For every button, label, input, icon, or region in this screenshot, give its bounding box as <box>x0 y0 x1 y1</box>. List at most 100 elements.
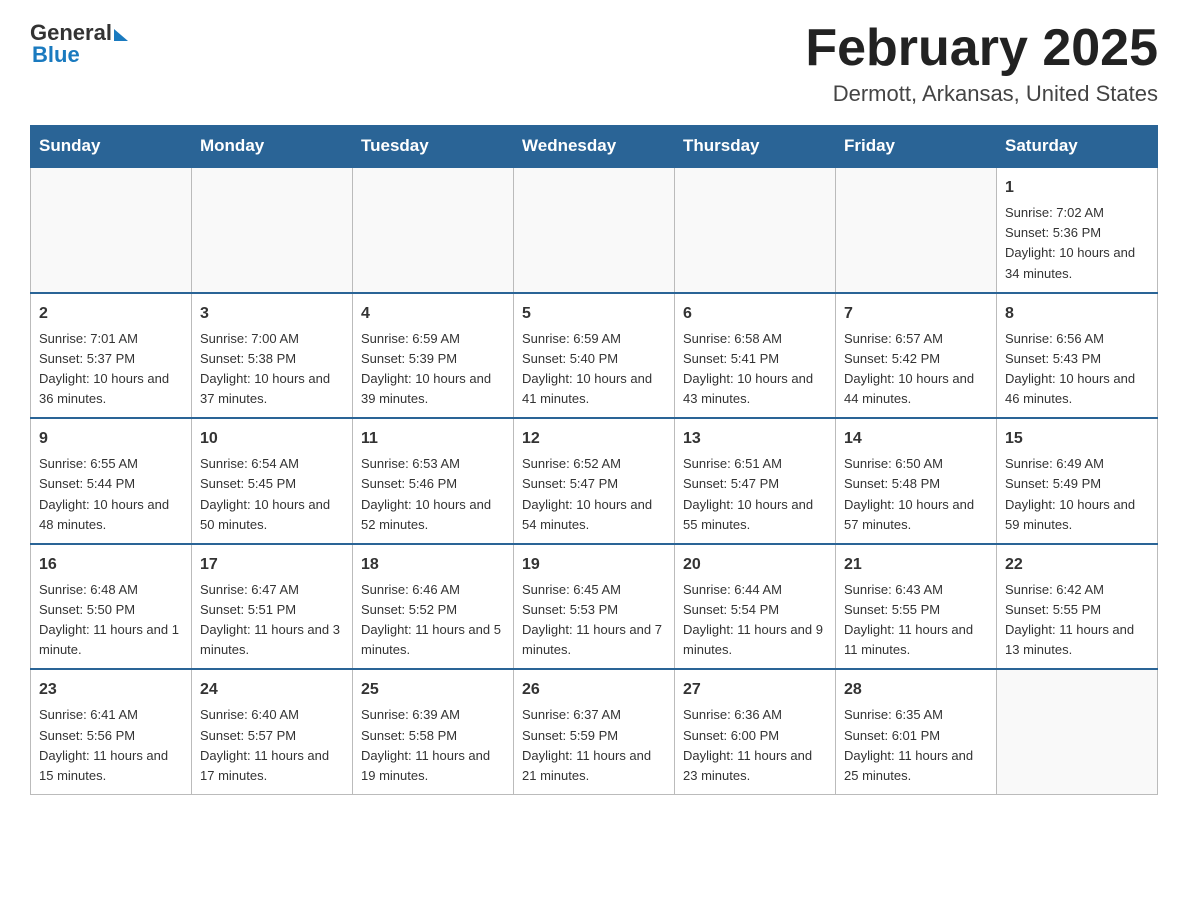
day-number: 9 <box>39 427 183 451</box>
week-row-3: 9Sunrise: 6:55 AMSunset: 5:44 PMDaylight… <box>31 418 1158 544</box>
day-header-tuesday: Tuesday <box>353 126 514 168</box>
calendar-cell: 19Sunrise: 6:45 AMSunset: 5:53 PMDayligh… <box>514 544 675 670</box>
day-info: Sunrise: 6:41 AMSunset: 5:56 PMDaylight:… <box>39 705 183 786</box>
calendar-cell: 24 Sunrise: 6:40 AMSunset: 5:57 PMDayligh… <box>192 669 353 794</box>
calendar-cell: 11Sunrise: 6:53 AMSunset: 5:46 PMDayligh… <box>353 418 514 544</box>
day-info: Sunrise: 6:48 AMSunset: 5:50 PMDaylight:… <box>39 580 183 661</box>
calendar-cell: 12 Sunrise: 6:52 AMSunset: 5:47 PMDayligh… <box>514 418 675 544</box>
calendar-cell <box>353 167 514 293</box>
calendar-header: SundayMondayTuesdayWednesdayThursdayFrid… <box>31 126 1158 168</box>
calendar-table: SundayMondayTuesdayWednesdayThursdayFrid… <box>30 125 1158 795</box>
day-info: Sunrise: 6:36 AMSunset: 6:00 PMDaylight:… <box>683 705 827 786</box>
logo: General Blue <box>30 20 128 68</box>
day-number: 14 <box>844 427 988 451</box>
day-number: 12 <box>522 427 666 451</box>
day-info: Sunrise: 6:49 AMSunset: 5:49 PMDaylight:… <box>1005 454 1149 535</box>
day-header-wednesday: Wednesday <box>514 126 675 168</box>
day-number: 6 <box>683 302 827 326</box>
day-info: Sunrise: 7:02 AMSunset: 5:36 PMDaylight:… <box>1005 203 1149 284</box>
day-info: Sunrise: 6:58 AMSunset: 5:41 PMDaylight:… <box>683 329 827 410</box>
day-number: 13 <box>683 427 827 451</box>
day-header-thursday: Thursday <box>675 126 836 168</box>
calendar-cell: 10Sunrise: 6:54 AMSunset: 5:45 PMDayligh… <box>192 418 353 544</box>
calendar-cell <box>675 167 836 293</box>
page-header: General Blue February 2025 Dermott, Arka… <box>30 20 1158 107</box>
day-number: 21 <box>844 553 988 577</box>
day-number: 2 <box>39 302 183 326</box>
week-row-5: 23 Sunrise: 6:41 AMSunset: 5:56 PMDayligh… <box>31 669 1158 794</box>
calendar-cell <box>31 167 192 293</box>
day-number: 7 <box>844 302 988 326</box>
day-number: 23 <box>39 678 183 702</box>
day-info: Sunrise: 6:51 AMSunset: 5:47 PMDaylight:… <box>683 454 827 535</box>
calendar-cell <box>192 167 353 293</box>
calendar-cell: 3 Sunrise: 7:00 AMSunset: 5:38 PMDaylight… <box>192 293 353 419</box>
day-number: 22 <box>1005 553 1149 577</box>
day-info: Sunrise: 6:57 AMSunset: 5:42 PMDaylight:… <box>844 329 988 410</box>
day-info: Sunrise: 6:50 AMSunset: 5:48 PMDaylight:… <box>844 454 988 535</box>
day-header-monday: Monday <box>192 126 353 168</box>
day-info: Sunrise: 6:59 AMSunset: 5:40 PMDaylight:… <box>522 329 666 410</box>
logo-arrow-icon <box>114 29 128 41</box>
day-number: 11 <box>361 427 505 451</box>
day-number: 26 <box>522 678 666 702</box>
day-number: 8 <box>1005 302 1149 326</box>
day-info: Sunrise: 6:44 AMSunset: 5:54 PMDaylight:… <box>683 580 827 661</box>
calendar-cell: 25 Sunrise: 6:39 AMSunset: 5:58 PMDayligh… <box>353 669 514 794</box>
day-number: 15 <box>1005 427 1149 451</box>
day-number: 28 <box>844 678 988 702</box>
day-info: Sunrise: 7:00 AMSunset: 5:38 PMDaylight:… <box>200 329 344 410</box>
calendar-cell: 21 Sunrise: 6:43 AMSunset: 5:55 PMDayligh… <box>836 544 997 670</box>
day-info: Sunrise: 6:40 AMSunset: 5:57 PMDaylight:… <box>200 705 344 786</box>
day-number: 24 <box>200 678 344 702</box>
calendar-cell: 2 Sunrise: 7:01 AMSunset: 5:37 PMDaylight… <box>31 293 192 419</box>
day-header-friday: Friday <box>836 126 997 168</box>
calendar-cell: 20Sunrise: 6:44 AMSunset: 5:54 PMDayligh… <box>675 544 836 670</box>
week-row-2: 2 Sunrise: 7:01 AMSunset: 5:37 PMDaylight… <box>31 293 1158 419</box>
calendar-cell: 9Sunrise: 6:55 AMSunset: 5:44 PMDaylight… <box>31 418 192 544</box>
day-info: Sunrise: 6:45 AMSunset: 5:53 PMDaylight:… <box>522 580 666 661</box>
day-info: Sunrise: 7:01 AMSunset: 5:37 PMDaylight:… <box>39 329 183 410</box>
calendar-cell <box>514 167 675 293</box>
day-number: 5 <box>522 302 666 326</box>
week-row-4: 16 Sunrise: 6:48 AMSunset: 5:50 PMDayligh… <box>31 544 1158 670</box>
calendar-cell: 17 Sunrise: 6:47 AMSunset: 5:51 PMDayligh… <box>192 544 353 670</box>
day-info: Sunrise: 6:39 AMSunset: 5:58 PMDaylight:… <box>361 705 505 786</box>
calendar-cell: 15 Sunrise: 6:49 AMSunset: 5:49 PMDayligh… <box>997 418 1158 544</box>
calendar-cell: 16 Sunrise: 6:48 AMSunset: 5:50 PMDayligh… <box>31 544 192 670</box>
calendar-cell <box>836 167 997 293</box>
week-row-1: 1 Sunrise: 7:02 AMSunset: 5:36 PMDaylight… <box>31 167 1158 293</box>
calendar-body: 1 Sunrise: 7:02 AMSunset: 5:36 PMDaylight… <box>31 167 1158 794</box>
calendar-cell: 14 Sunrise: 6:50 AMSunset: 5:48 PMDayligh… <box>836 418 997 544</box>
day-number: 10 <box>200 427 344 451</box>
day-number: 27 <box>683 678 827 702</box>
day-info: Sunrise: 6:47 AMSunset: 5:51 PMDaylight:… <box>200 580 344 661</box>
calendar-cell: 5 Sunrise: 6:59 AMSunset: 5:40 PMDaylight… <box>514 293 675 419</box>
day-headers-row: SundayMondayTuesdayWednesdayThursdayFrid… <box>31 126 1158 168</box>
calendar-cell: 27 Sunrise: 6:36 AMSunset: 6:00 PMDayligh… <box>675 669 836 794</box>
day-number: 3 <box>200 302 344 326</box>
day-number: 25 <box>361 678 505 702</box>
day-number: 1 <box>1005 176 1149 200</box>
logo-blue-text: Blue <box>30 42 80 68</box>
day-info: Sunrise: 6:43 AMSunset: 5:55 PMDaylight:… <box>844 580 988 661</box>
day-number: 4 <box>361 302 505 326</box>
calendar-cell: 1 Sunrise: 7:02 AMSunset: 5:36 PMDaylight… <box>997 167 1158 293</box>
day-number: 16 <box>39 553 183 577</box>
day-info: Sunrise: 6:35 AMSunset: 6:01 PMDaylight:… <box>844 705 988 786</box>
day-info: Sunrise: 6:59 AMSunset: 5:39 PMDaylight:… <box>361 329 505 410</box>
calendar-cell: 28 Sunrise: 6:35 AMSunset: 6:01 PMDayligh… <box>836 669 997 794</box>
day-number: 18 <box>361 553 505 577</box>
day-info: Sunrise: 6:52 AMSunset: 5:47 PMDaylight:… <box>522 454 666 535</box>
calendar-cell: 4 Sunrise: 6:59 AMSunset: 5:39 PMDaylight… <box>353 293 514 419</box>
day-info: Sunrise: 6:37 AMSunset: 5:59 PMDaylight:… <box>522 705 666 786</box>
calendar-cell: 8Sunrise: 6:56 AMSunset: 5:43 PMDaylight… <box>997 293 1158 419</box>
calendar-cell: 18 Sunrise: 6:46 AMSunset: 5:52 PMDayligh… <box>353 544 514 670</box>
calendar-cell: 13 Sunrise: 6:51 AMSunset: 5:47 PMDayligh… <box>675 418 836 544</box>
day-header-saturday: Saturday <box>997 126 1158 168</box>
day-number: 17 <box>200 553 344 577</box>
calendar-cell: 26 Sunrise: 6:37 AMSunset: 5:59 PMDayligh… <box>514 669 675 794</box>
calendar-cell: 6 Sunrise: 6:58 AMSunset: 5:41 PMDaylight… <box>675 293 836 419</box>
day-info: Sunrise: 6:46 AMSunset: 5:52 PMDaylight:… <box>361 580 505 661</box>
calendar-cell <box>997 669 1158 794</box>
